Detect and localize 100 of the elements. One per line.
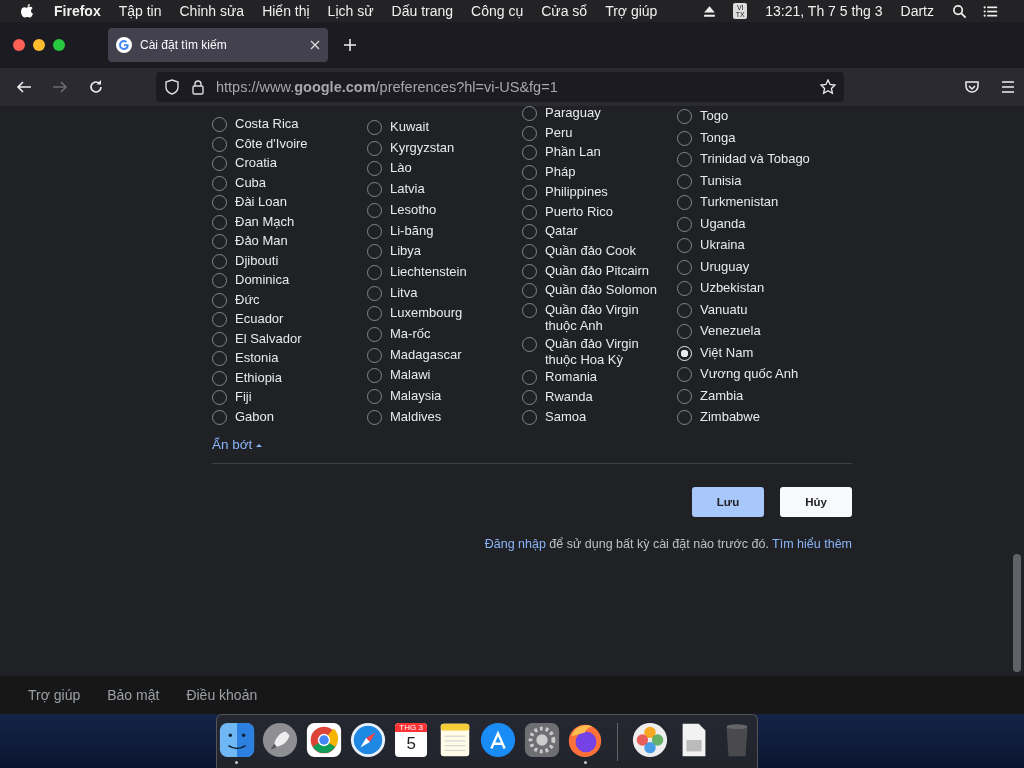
sign-in-link[interactable]: Đăng nhập xyxy=(484,537,546,551)
learn-more-link[interactable]: Tìm hiểu thêm xyxy=(772,537,852,551)
region-label[interactable]: Gabon xyxy=(235,408,275,425)
url-field[interactable]: https://www.google.com/preferences?hl=vi-US&fg=1 xyxy=(156,72,844,102)
region-label[interactable]: Quần đảo Cook xyxy=(545,242,637,259)
back-arrow-icon[interactable] xyxy=(16,79,32,95)
close-icon[interactable] xyxy=(310,40,320,50)
footer-link[interactable]: Bảo mật xyxy=(107,687,160,703)
region-label[interactable]: Venezuela xyxy=(700,323,761,339)
menu-item[interactable]: Chỉnh sửa xyxy=(179,3,245,19)
region-label[interactable]: Uruguay xyxy=(700,258,750,275)
footer-link[interactable]: Điều khoản xyxy=(186,687,258,703)
region-label[interactable]: Ma-rốc xyxy=(390,326,431,343)
menu-item[interactable]: Cửa sổ xyxy=(541,3,588,19)
letter-a-icon[interactable] xyxy=(479,720,518,759)
region-label[interactable]: Luxembourg xyxy=(390,305,463,322)
minimize-button[interactable] xyxy=(33,39,45,51)
region-label[interactable]: Latvia xyxy=(390,181,425,198)
menu-item[interactable]: Lịch sử xyxy=(327,3,374,19)
region-label[interactable]: Maldives xyxy=(390,408,442,425)
menu-item[interactable]: Hiển thị xyxy=(262,3,310,19)
region-label[interactable]: Dominica xyxy=(235,272,290,289)
region-label[interactable]: Togo xyxy=(700,108,729,124)
region-label[interactable]: Kuwait xyxy=(390,119,430,135)
region-label[interactable]: Croatia xyxy=(235,155,277,172)
menu-item[interactable]: Trợ giúp xyxy=(605,3,658,19)
region-label[interactable]: Costa Rica xyxy=(235,116,299,132)
browser-tab[interactable]: Cài đặt tìm kiếm xyxy=(108,28,328,62)
save-button[interactable]: Lưu xyxy=(692,487,764,517)
cancel-button[interactable]: Hủy xyxy=(780,487,852,517)
user-name[interactable]: Dartz xyxy=(900,3,934,19)
region-label[interactable]: Quần đảo Solomon xyxy=(545,282,658,299)
compass-icon[interactable] xyxy=(348,720,387,759)
region-label[interactable]: Fiji xyxy=(235,389,252,406)
region-label[interactable]: Zambia xyxy=(700,387,744,404)
region-label[interactable]: Lào xyxy=(390,160,412,177)
scrollbar-thumb[interactable] xyxy=(1013,554,1021,672)
region-label[interactable]: Rwanda xyxy=(545,389,593,406)
region-label[interactable]: Qatar xyxy=(545,223,578,240)
region-label[interactable]: Quần đảo Pitcairn xyxy=(545,262,650,279)
list-icon[interactable] xyxy=(983,3,998,19)
region-label[interactable]: Madagascar xyxy=(390,346,462,363)
region-label[interactable]: Quần đảo Virgin thuộc Anh xyxy=(545,302,667,335)
menu-item[interactable]: Tập tin xyxy=(118,3,162,19)
region-label[interactable]: Samoa xyxy=(545,408,587,425)
region-label[interactable]: Uganda xyxy=(700,215,746,232)
region-label[interactable]: Đài Loan xyxy=(235,194,288,211)
region-label[interactable]: Litva xyxy=(390,284,418,301)
region-label[interactable]: Djibouti xyxy=(235,252,279,269)
region-label[interactable]: Paraguay xyxy=(545,106,601,121)
menu-item[interactable]: Công cụ xyxy=(471,3,524,19)
region-label[interactable]: Trinidad và Tobago xyxy=(700,151,810,167)
region-label[interactable]: Turkmenistan xyxy=(700,194,779,210)
region-label[interactable]: Vương quốc Anh xyxy=(700,366,799,382)
region-label[interactable]: El Salvador xyxy=(235,330,302,347)
close-window-button[interactable] xyxy=(13,39,25,51)
region-label[interactable]: Estonia xyxy=(235,350,279,367)
region-label[interactable]: Uzbekistan xyxy=(700,280,765,296)
eject-icon[interactable] xyxy=(702,3,718,19)
zoom-button[interactable] xyxy=(53,39,65,51)
region-label[interactable]: Đan Mạch xyxy=(235,213,295,230)
shield-icon[interactable] xyxy=(164,79,180,95)
rocket-icon[interactable] xyxy=(261,720,300,759)
region-label[interactable]: Việt Nam xyxy=(700,344,754,361)
region-label[interactable]: Lesotho xyxy=(390,201,437,218)
pocket-icon[interactable] xyxy=(964,79,980,95)
region-label[interactable]: Ethiopia xyxy=(235,369,282,386)
face-icon[interactable] xyxy=(217,720,256,759)
region-label[interactable]: Quần đảo Virgin thuộc Hoa Kỳ xyxy=(545,335,667,368)
region-label[interactable]: Malawi xyxy=(390,367,431,384)
region-label[interactable]: Tunisia xyxy=(700,172,742,189)
region-label[interactable]: Ecuador xyxy=(235,311,284,328)
region-label[interactable]: Phần Lan xyxy=(545,144,601,161)
region-label[interactable]: Đức xyxy=(235,291,260,308)
calendar-icon[interactable]: THG 3 5 xyxy=(395,722,428,757)
region-label[interactable]: Cuba xyxy=(235,174,267,191)
app-menu[interactable]: Firefox xyxy=(54,3,101,19)
region-label[interactable]: Côte d'Ivoire xyxy=(235,135,308,152)
search-icon[interactable] xyxy=(952,3,967,19)
clock[interactable]: 13:21, Th 7 5 thg 3 xyxy=(765,3,883,19)
footer-link[interactable]: Trợ giúp xyxy=(28,687,81,703)
region-label[interactable]: Libya xyxy=(390,243,422,260)
region-label[interactable]: Malaysia xyxy=(390,388,442,405)
region-label[interactable]: Zimbabwe xyxy=(700,409,760,425)
region-label[interactable]: Pháp xyxy=(545,164,576,181)
region-label[interactable]: Kyrgyzstan xyxy=(390,139,455,156)
region-label[interactable]: Peru xyxy=(545,124,573,141)
show-less-link[interactable]: Ẩn bớt xyxy=(212,437,263,452)
wheel-icon[interactable] xyxy=(304,720,343,759)
region-label[interactable]: Vanuatu xyxy=(700,301,748,318)
region-label[interactable]: Ukraina xyxy=(700,237,745,253)
gear-icon[interactable] xyxy=(522,720,561,759)
region-label[interactable]: Tonga xyxy=(700,129,736,146)
star-icon[interactable] xyxy=(820,79,836,95)
menu-item[interactable]: Dấu trang xyxy=(391,3,454,19)
region-label[interactable]: Li-băng xyxy=(390,222,434,239)
flower-icon[interactable] xyxy=(631,720,669,759)
new-tab-icon[interactable] xyxy=(344,39,356,51)
lock-icon[interactable] xyxy=(190,79,206,95)
region-label[interactable]: Puerto Rico xyxy=(545,203,613,220)
